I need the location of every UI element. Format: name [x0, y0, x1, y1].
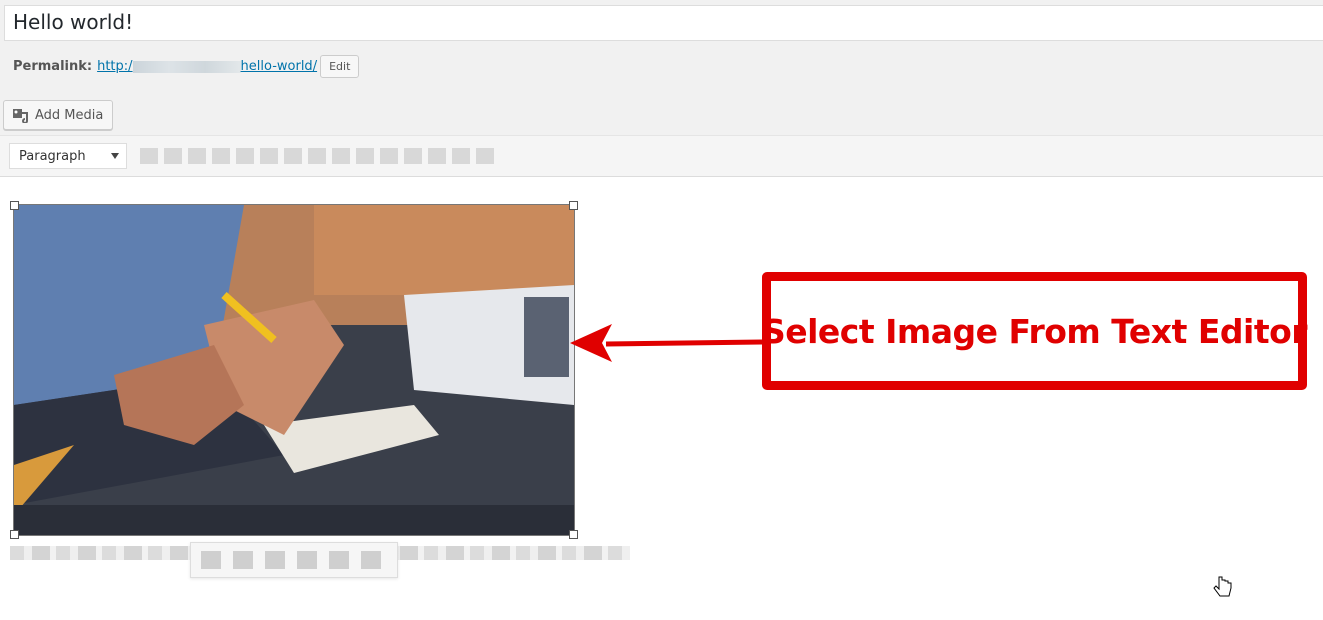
image-inline-toolbar: [190, 542, 398, 578]
blockquote-icon[interactable]: [236, 148, 254, 164]
numbered-list-icon[interactable]: [212, 148, 230, 164]
hand-cursor-icon: [1213, 576, 1232, 597]
permalink-row: Permalink: http:/ hello-world/ Edit: [13, 55, 360, 78]
permalink-url-blurred: [132, 60, 241, 73]
italic-icon[interactable]: [164, 148, 182, 164]
selected-image[interactable]: [10, 201, 578, 539]
permalink-label: Permalink:: [13, 59, 93, 74]
unlink-icon[interactable]: [356, 148, 374, 164]
text-tab-icon[interactable]: [452, 148, 470, 164]
align-left-icon[interactable]: [260, 148, 278, 164]
align-none-icon[interactable]: [297, 551, 317, 569]
bold-icon[interactable]: [140, 148, 158, 164]
annotation-callout: Select Image From Text Editor: [761, 272, 1308, 390]
permalink-url-start: http:/: [97, 59, 133, 74]
format-select[interactable]: Paragraph: [9, 143, 127, 169]
align-left-icon[interactable]: [201, 551, 221, 569]
format-select-value: Paragraph: [19, 149, 86, 164]
chevron-down-icon: [111, 153, 119, 159]
permalink-url-end: hello-world/: [240, 59, 318, 74]
align-right-icon[interactable]: [308, 148, 326, 164]
toolbar-toggle-icon[interactable]: [428, 148, 446, 164]
visual-tab-icon[interactable]: [476, 148, 494, 164]
editor-toolbar: Paragraph: [0, 136, 1323, 177]
read-more-icon[interactable]: [380, 148, 398, 164]
edit-icon[interactable]: [329, 551, 349, 569]
bullet-list-icon[interactable]: [188, 148, 206, 164]
resize-handle-tr[interactable]: [569, 201, 578, 210]
permalink-link[interactable]: http:/ hello-world/: [97, 59, 317, 74]
resize-handle-tl[interactable]: [10, 201, 19, 210]
post-title-input[interactable]: Hello world!: [4, 5, 1323, 41]
resize-handle-bl[interactable]: [10, 530, 19, 539]
photo-image: [14, 205, 574, 535]
toolbar-icons: [140, 148, 494, 164]
fullscreen-icon[interactable]: [404, 148, 422, 164]
remove-icon[interactable]: [361, 551, 381, 569]
align-center-icon[interactable]: [233, 551, 253, 569]
add-media-icon: [12, 107, 30, 124]
link-icon[interactable]: [332, 148, 350, 164]
align-right-icon[interactable]: [265, 551, 285, 569]
add-media-label: Add Media: [35, 107, 104, 123]
align-center-icon[interactable]: [284, 148, 302, 164]
add-media-button[interactable]: Add Media: [3, 100, 114, 130]
permalink-edit-button[interactable]: Edit: [320, 55, 360, 78]
annotation-arrow: [570, 324, 763, 362]
annotation-text: Select Image From Text Editor: [761, 311, 1308, 351]
resize-handle-br[interactable]: [569, 530, 578, 539]
